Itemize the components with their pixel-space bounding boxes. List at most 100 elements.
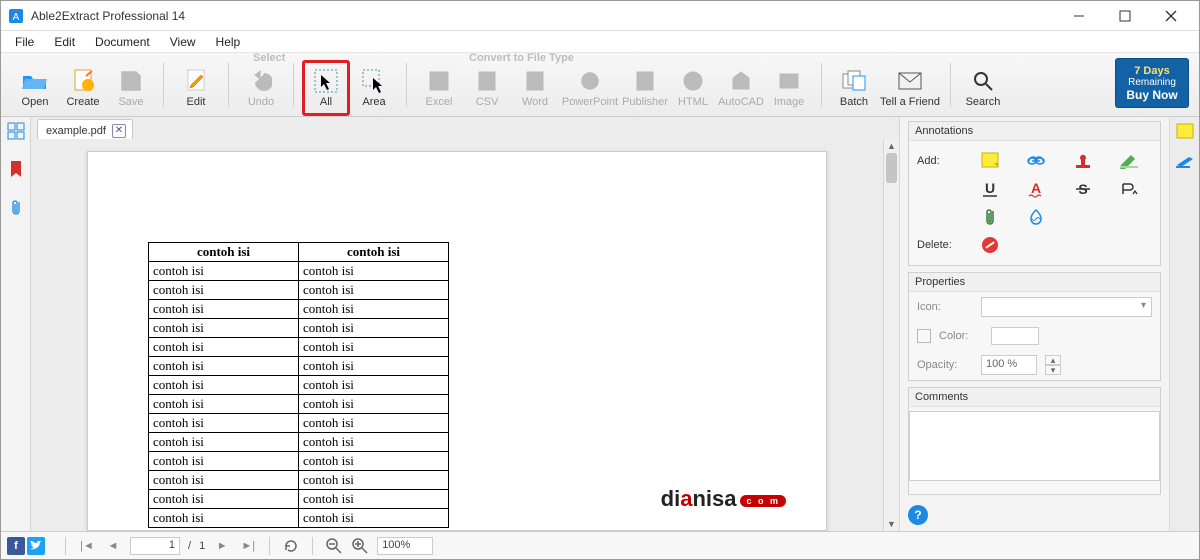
- icon-prop-label: Icon:: [917, 301, 973, 313]
- menu-document[interactable]: Document: [85, 33, 160, 51]
- menu-edit[interactable]: Edit: [44, 33, 85, 51]
- convert-excel-button[interactable]: Excel: [415, 60, 463, 116]
- save-icon: [118, 68, 144, 94]
- zoom-level-input[interactable]: 100%: [377, 537, 433, 555]
- color-checkbox[interactable]: [917, 329, 931, 343]
- table-cell: contoh isi: [299, 433, 449, 452]
- underline-icon[interactable]: U: [978, 179, 1002, 199]
- rotate-button[interactable]: [282, 537, 300, 555]
- next-page-button[interactable]: ►: [213, 537, 231, 555]
- table-header: contoh isi: [149, 243, 299, 262]
- file-tab[interactable]: example.pdf ✕: [37, 119, 133, 139]
- squiggly-icon[interactable]: A: [1024, 179, 1048, 199]
- scroll-thumb[interactable]: [886, 153, 897, 183]
- zoom-in-button[interactable]: [351, 537, 369, 555]
- facebook-icon[interactable]: f: [7, 537, 25, 555]
- page-total: 1: [199, 540, 205, 552]
- excel-icon: [426, 68, 452, 94]
- convert-word-button[interactable]: Word: [511, 60, 559, 116]
- opacity-down-button[interactable]: ▾: [1045, 365, 1061, 375]
- prev-page-button[interactable]: ◄: [104, 537, 122, 555]
- buy-now-button[interactable]: 7 Days Remaining Buy Now: [1115, 58, 1189, 108]
- table-row: contoh isicontoh isi: [149, 490, 449, 509]
- scroll-down-icon[interactable]: ▼: [884, 517, 899, 531]
- table-cell: contoh isi: [149, 300, 299, 319]
- convert-image-button[interactable]: Image: [765, 60, 813, 116]
- convert-autocad-button[interactable]: AutoCAD: [717, 60, 765, 116]
- select-area-button[interactable]: Area: [350, 60, 398, 116]
- strikethrough-icon[interactable]: S: [1071, 179, 1095, 199]
- icon-select[interactable]: [981, 297, 1152, 317]
- delete-annotation-icon[interactable]: [978, 235, 1002, 255]
- convert-publisher-button[interactable]: Publisher: [621, 60, 669, 116]
- convert-csv-button[interactable]: CSV: [463, 60, 511, 116]
- redact-tool-icon[interactable]: [1175, 155, 1195, 169]
- vertical-scrollbar[interactable]: ▲ ▼: [883, 139, 899, 531]
- open-button[interactable]: Open: [11, 60, 59, 116]
- table-cell: contoh isi: [149, 490, 299, 509]
- undo-button[interactable]: Undo: [237, 60, 285, 116]
- batch-button[interactable]: Batch: [830, 60, 878, 116]
- tell-friend-button[interactable]: Tell a Friend: [878, 60, 942, 116]
- table-cell: contoh isi: [149, 262, 299, 281]
- table-row: contoh isicontoh isi: [149, 471, 449, 490]
- minimize-button[interactable]: [1057, 2, 1101, 30]
- zoom-out-button[interactable]: [325, 537, 343, 555]
- create-doc-icon: [70, 68, 96, 94]
- opacity-up-button[interactable]: ▴: [1045, 355, 1061, 365]
- link-icon[interactable]: [1024, 151, 1048, 171]
- table-row: contoh isicontoh isi: [149, 281, 449, 300]
- last-page-button[interactable]: ►|: [239, 537, 257, 555]
- create-button[interactable]: Create: [59, 60, 107, 116]
- table-cell: contoh isi: [299, 490, 449, 509]
- edit-button[interactable]: Edit: [172, 60, 220, 116]
- properties-panel: Properties Icon: Color: Opacity: 100 % ▴…: [908, 272, 1161, 381]
- highlighter-icon[interactable]: [1117, 151, 1141, 171]
- comments-panel: Comments: [908, 387, 1161, 495]
- close-tab-icon[interactable]: ✕: [112, 124, 126, 138]
- select-all-button[interactable]: All: [302, 60, 350, 116]
- page-sep: /: [188, 540, 191, 552]
- opacity-input[interactable]: 100 %: [981, 355, 1037, 375]
- stamp-icon[interactable]: [1071, 151, 1095, 171]
- maximize-button[interactable]: [1103, 2, 1147, 30]
- table-row: contoh isicontoh isi: [149, 433, 449, 452]
- table-row: contoh isicontoh isi: [149, 357, 449, 376]
- table-cell: contoh isi: [149, 452, 299, 471]
- convert-html-button[interactable]: HTML: [669, 60, 717, 116]
- document-viewport[interactable]: contoh isicontoh isi contoh isicontoh is…: [31, 139, 883, 531]
- color-swatch[interactable]: [991, 327, 1039, 345]
- search-button[interactable]: Search: [959, 60, 1007, 116]
- word-icon: [522, 68, 548, 94]
- menu-help[interactable]: Help: [206, 33, 251, 51]
- attachment-icon[interactable]: [6, 197, 26, 217]
- table-cell: contoh isi: [299, 452, 449, 471]
- convert-powerpoint-button[interactable]: PowerPoint: [559, 60, 621, 116]
- table-cell: contoh isi: [149, 319, 299, 338]
- watermark-tool-icon[interactable]: [1024, 207, 1048, 227]
- annotations-header: Annotations: [909, 122, 1160, 141]
- color-prop-label: Color:: [939, 330, 983, 342]
- bookmark-icon[interactable]: [6, 159, 26, 179]
- close-button[interactable]: [1149, 2, 1193, 30]
- table-cell: contoh isi: [299, 319, 449, 338]
- window-title: Able2Extract Professional 14: [31, 9, 1057, 23]
- attach-file-icon[interactable]: [978, 207, 1002, 227]
- save-button[interactable]: Save: [107, 60, 155, 116]
- image-icon: [776, 68, 802, 94]
- first-page-button[interactable]: |◄: [78, 537, 96, 555]
- help-icon[interactable]: ?: [908, 505, 928, 525]
- twitter-icon[interactable]: [27, 537, 45, 555]
- scroll-up-icon[interactable]: ▲: [884, 139, 899, 153]
- comments-area[interactable]: [909, 411, 1160, 481]
- caret-icon[interactable]: [1117, 179, 1141, 199]
- page-number-input[interactable]: 1: [130, 537, 180, 555]
- table-cell: contoh isi: [299, 357, 449, 376]
- delete-label: Delete:: [917, 239, 967, 251]
- sticky-note-icon[interactable]: [978, 151, 1002, 171]
- menu-file[interactable]: File: [5, 33, 44, 51]
- menu-view[interactable]: View: [160, 33, 206, 51]
- table-cell: contoh isi: [149, 338, 299, 357]
- thumbnails-icon[interactable]: [6, 121, 26, 141]
- note-tool-icon[interactable]: [1176, 123, 1194, 141]
